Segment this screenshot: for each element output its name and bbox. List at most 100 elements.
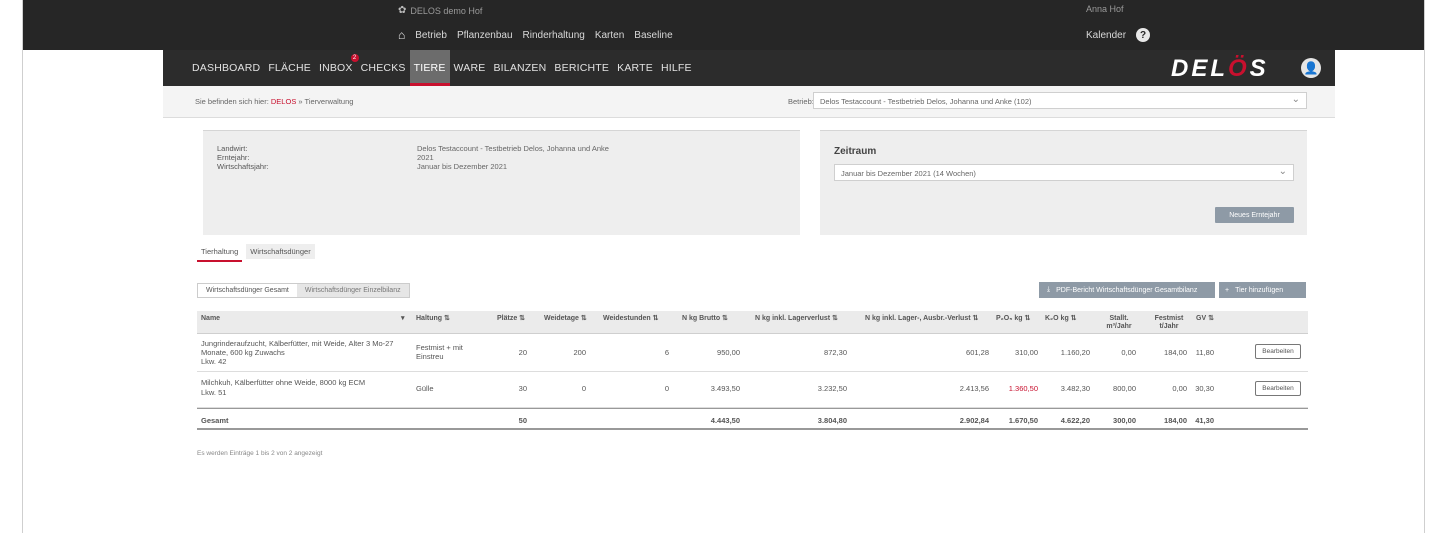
th-gv[interactable]: GV ⇅ bbox=[1196, 315, 1214, 323]
home-icon[interactable]: ⌂ bbox=[398, 28, 405, 42]
nav-hilfe[interactable]: HILFE bbox=[657, 50, 696, 86]
topnav-rinderhaltung[interactable]: Rinderhaltung bbox=[523, 30, 585, 41]
th-n-lager-label: N kg inkl. Lagerverlust bbox=[755, 315, 831, 322]
nav-hilfe-label: HILFE bbox=[660, 62, 692, 74]
topnav-baseline[interactable]: Baseline bbox=[634, 30, 672, 41]
th-weidestunden-label: Weidestunden bbox=[603, 315, 651, 322]
info-value-erntejahr: 2021 bbox=[417, 153, 434, 162]
th-n-ausbr-label: N kg inkl. Lager-, Ausbr.-Verlust bbox=[865, 315, 971, 322]
th-plaetze[interactable]: Plätze ⇅ bbox=[497, 315, 525, 323]
zeitraum-select[interactable]: Januar bis Dezember 2021 (14 Wochen) ⌄ bbox=[834, 164, 1294, 181]
chevron-down-icon: ⌄ bbox=[1278, 166, 1287, 177]
left-border bbox=[22, 0, 23, 533]
th-haltung-label: Haltung bbox=[416, 315, 443, 322]
cell-stall: 0,00 bbox=[1121, 348, 1136, 357]
nav-inbox[interactable]: INBOX 2 bbox=[315, 50, 359, 86]
total-festmist: 184,00 bbox=[1164, 416, 1187, 425]
cell-festmist: 184,00 bbox=[1164, 348, 1187, 357]
breadcrumb-current: » Tierverwaltung bbox=[296, 97, 354, 106]
th-stall[interactable]: Stallt. m³/Jahr bbox=[1098, 315, 1140, 331]
tab-tierhaltung[interactable]: Tierhaltung bbox=[197, 244, 243, 262]
user-text: Anna Hof bbox=[1086, 4, 1124, 14]
nav-dashboard[interactable]: DASHBOARD bbox=[188, 50, 264, 86]
cell-n-brutto: 950,00 bbox=[717, 348, 740, 357]
nav-ware[interactable]: WARE bbox=[450, 50, 490, 86]
nav-karte[interactable]: KARTE bbox=[613, 50, 657, 86]
topnav-pflanzenbau[interactable]: Pflanzenbau bbox=[457, 30, 513, 41]
breadcrumb-bar: Sie befinden sich hier: DELOS » Tierverw… bbox=[163, 86, 1335, 118]
th-n-lager[interactable]: N kg inkl. Lagerverlust ⇅ bbox=[755, 315, 838, 323]
info-label-landwirt: Landwirt: bbox=[217, 144, 248, 153]
nav-tiere[interactable]: TIERE bbox=[409, 50, 450, 86]
betrieb-label: Betrieb: bbox=[788, 97, 814, 106]
th-festmist-label: Festmist t/Jahr bbox=[1154, 315, 1184, 330]
page: ✿ DELOS demo Hof Anna Hof ⌂ Betrieb Pfla… bbox=[0, 0, 1447, 533]
nav-flaeche[interactable]: FLÄCHE bbox=[264, 50, 315, 86]
th-weidestunden[interactable]: Weidestunden ⇅ bbox=[603, 315, 659, 323]
delos-logo[interactable]: DELÖS bbox=[1171, 55, 1269, 83]
betrieb-select[interactable]: Delos Testaccount - Testbetrieb Delos, J… bbox=[813, 92, 1307, 109]
add-animal-label: Tier hinzufügen bbox=[1235, 286, 1284, 294]
th-haltung[interactable]: Haltung ⇅ bbox=[416, 315, 450, 323]
nav-ware-label: WARE bbox=[453, 62, 486, 74]
new-harvest-year-button[interactable]: Neues Erntejahr bbox=[1215, 207, 1294, 223]
total-label: Gesamt bbox=[201, 416, 229, 425]
nav-tiere-label: TIERE bbox=[413, 62, 446, 74]
cell-gv: 30,30 bbox=[1195, 384, 1214, 393]
topnav-betrieb[interactable]: Betrieb bbox=[415, 30, 447, 41]
toggle-einzelbilanz[interactable]: Wirtschaftsdünger Einzelbilanz bbox=[296, 284, 409, 297]
help-icon[interactable]: ? bbox=[1136, 28, 1151, 42]
info-label-erntejahr: Erntejahr: bbox=[217, 153, 250, 162]
nav-checks-label: CHECKS bbox=[360, 62, 406, 74]
add-animal-button[interactable]: + Tier hinzufügen bbox=[1219, 282, 1306, 298]
nav-flaeche-label: FLÄCHE bbox=[268, 62, 311, 74]
sort-icon[interactable]: ▾ bbox=[401, 315, 405, 323]
th-k2o[interactable]: K₂O kg ⇅ bbox=[1045, 315, 1077, 323]
total-n-ausbr: 2.902,84 bbox=[959, 416, 989, 425]
th-p2o5[interactable]: P₂O₅ kg ⇅ bbox=[996, 315, 1030, 323]
org-icon: ✿ bbox=[398, 5, 407, 16]
cell-k2o: 1.160,20 bbox=[1060, 348, 1090, 357]
calendar-link[interactable]: Kalender bbox=[1086, 30, 1126, 41]
top-right: Kalender ? bbox=[1086, 28, 1151, 42]
total-n-brutto: 4.443,50 bbox=[710, 416, 740, 425]
edit-button[interactable]: Bearbeiten bbox=[1255, 344, 1301, 359]
chevron-down-icon: ⌄ bbox=[1291, 94, 1300, 105]
breadcrumb-link[interactable]: DELOS bbox=[271, 97, 296, 106]
table-header: Name ▾ Haltung ⇅ Plätze ⇅ Weidetage ⇅ We… bbox=[197, 311, 1308, 334]
th-name[interactable]: Name bbox=[201, 315, 220, 323]
total-p2o5: 1.670,50 bbox=[1008, 416, 1038, 425]
nav-bilanzen[interactable]: BILANZEN bbox=[489, 50, 550, 86]
cell-festmist: 0,00 bbox=[1172, 384, 1187, 393]
cell-weidetage: 0 bbox=[581, 384, 586, 393]
th-gv-label: GV bbox=[1196, 315, 1207, 322]
nav-berichte[interactable]: BERICHTE bbox=[550, 50, 613, 86]
th-n-brutto[interactable]: N kg Brutto ⇅ bbox=[682, 315, 728, 323]
cell-weidetage: 200 bbox=[573, 348, 586, 357]
animals-table: Name ▾ Haltung ⇅ Plätze ⇅ Weidetage ⇅ We… bbox=[197, 311, 1308, 430]
th-n-ausbr[interactable]: N kg inkl. Lager-, Ausbr.-Verlust ⇅ bbox=[865, 315, 978, 323]
th-weidetage-label: Weidetage bbox=[544, 315, 579, 322]
th-weidetage[interactable]: Weidetage ⇅ bbox=[544, 315, 587, 323]
topnav-karten[interactable]: Karten bbox=[595, 30, 624, 41]
cell-weidestunden: 6 bbox=[664, 348, 669, 357]
main-nav: DASHBOARD FLÄCHE INBOX 2 CHECKS TIERE WAR… bbox=[163, 50, 1335, 86]
tab-wirtschaftsduenger[interactable]: Wirtschaftsdünger bbox=[246, 244, 315, 259]
avatar[interactable]: 👤 bbox=[1301, 58, 1321, 78]
nav-karte-label: KARTE bbox=[617, 62, 653, 74]
plus-icon: + bbox=[1225, 286, 1230, 294]
zeitraum-title: Zeitraum bbox=[834, 146, 877, 157]
th-name-label: Name bbox=[201, 315, 221, 322]
nav-checks[interactable]: CHECKS bbox=[357, 50, 410, 86]
cell-plaetze: 20 bbox=[518, 348, 527, 357]
th-festmist[interactable]: Festmist t/Jahr bbox=[1149, 315, 1189, 331]
table-row: Milchkuh, Kälberfütter ohne Weide, 8000 … bbox=[197, 372, 1308, 408]
tabs: Tierhaltung Wirtschaftsdünger bbox=[197, 244, 315, 262]
cell-n-lager: 872,30 bbox=[824, 348, 847, 357]
cell-name-sub: Lkw. 42 bbox=[201, 357, 227, 366]
edit-button[interactable]: Bearbeiten bbox=[1255, 381, 1301, 396]
org-text: DELOS demo Hof bbox=[410, 5, 483, 16]
toggle-gesamt[interactable]: Wirtschaftsdünger Gesamt bbox=[198, 284, 297, 297]
pdf-report-button[interactable]: ⤓ PDF-Bericht Wirtschaftsdünger Gesamtbil… bbox=[1039, 282, 1215, 298]
info-value-wirtschaftsjahr: Januar bis Dezember 2021 bbox=[417, 162, 508, 171]
